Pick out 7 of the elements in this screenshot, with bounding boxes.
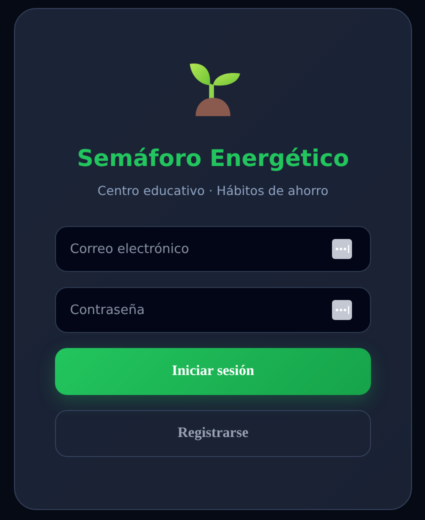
input-field[interactable]: Contraseña [55,287,371,333]
app-subtitle: Centro educativo · Hábitos de ahorro [98,183,328,198]
autofill-icon[interactable] [332,239,352,259]
register-button[interactable]: Registrarse [55,410,371,457]
input-field[interactable]: Correo electrónico [55,226,371,272]
autofill-icon[interactable] [332,300,352,320]
app-title: Semáforo Energético [76,146,349,172]
